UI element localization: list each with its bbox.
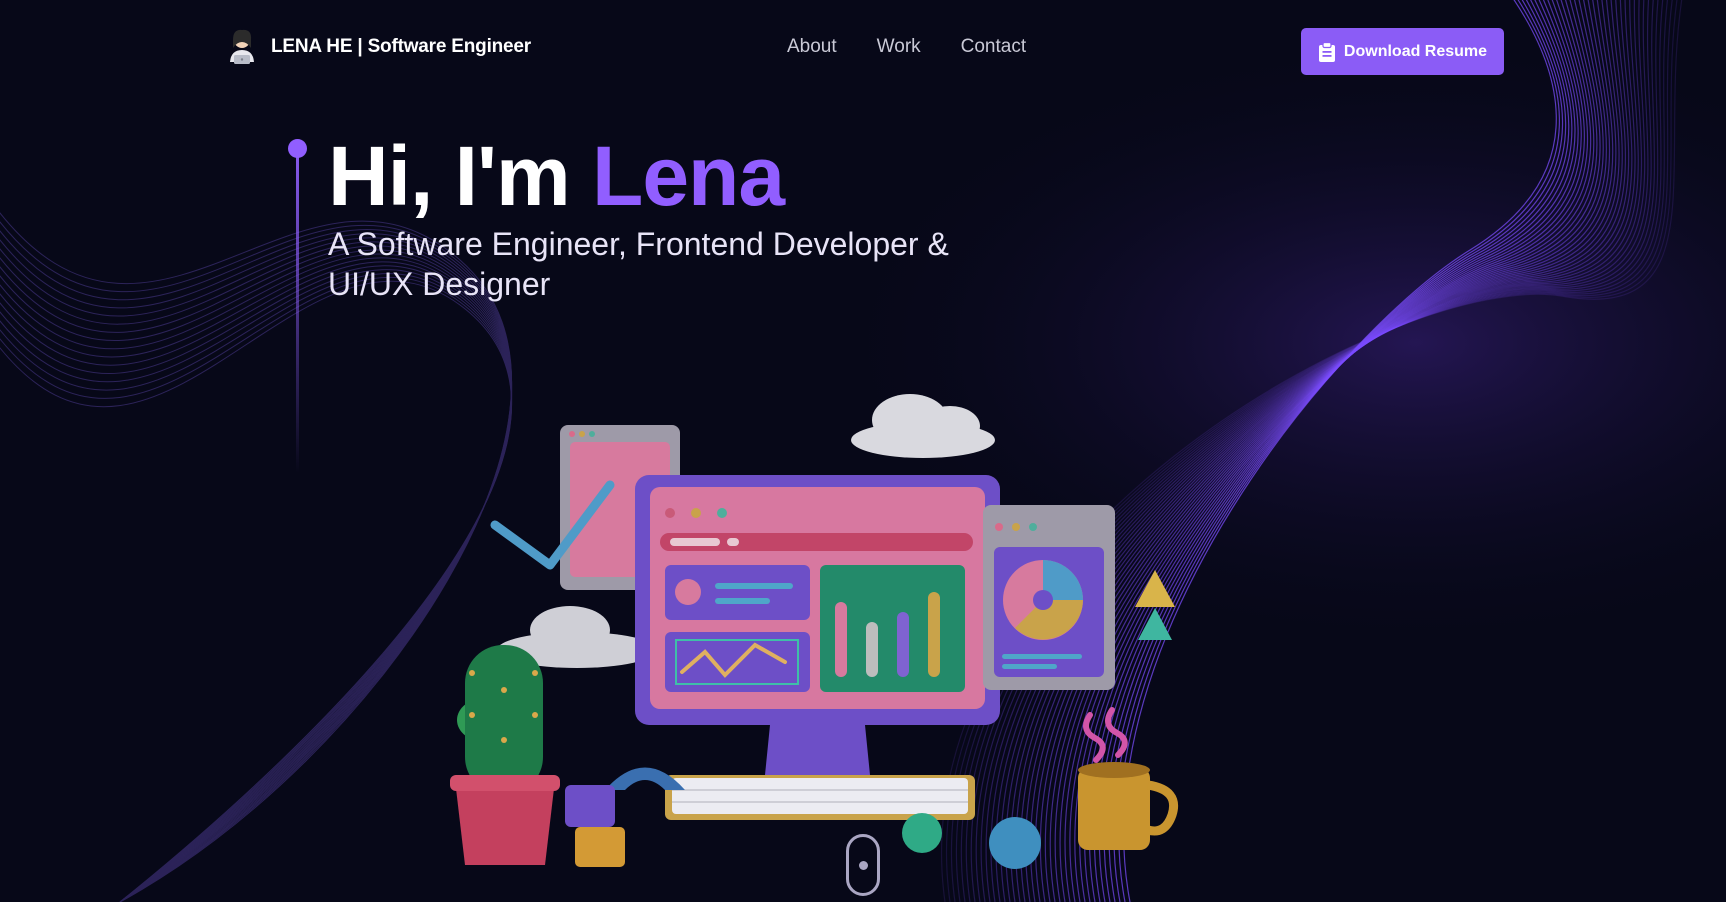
logo-text: LENA HE | Software Engineer [271, 36, 531, 57]
hero-subtitle: A Software Engineer, Frontend Developer … [328, 226, 949, 302]
hero-accent-line [296, 143, 299, 473]
mouse-scroll-icon [859, 861, 868, 870]
nav-contact[interactable]: Contact [961, 36, 1026, 58]
clipboard-icon [1318, 41, 1335, 62]
hero-accent-dot [288, 139, 307, 158]
hero-title: Hi, I'm Lena [328, 124, 785, 228]
hero-illustration [450, 394, 1178, 869]
logo[interactable]: LENA HE | Software Engineer [225, 28, 531, 66]
nav-about[interactable]: About [787, 36, 837, 58]
hero-name: Lena [592, 129, 785, 223]
nav-work[interactable]: Work [877, 36, 921, 58]
avatar-icon [230, 29, 254, 64]
hero-greeting: Hi, I'm [328, 129, 593, 223]
download-resume-button[interactable]: Download Resume [1301, 28, 1504, 75]
main-nav: About Work Contact [787, 36, 1026, 58]
cloud-top [851, 394, 995, 458]
download-resume-label: Download Resume [1343, 42, 1488, 60]
scroll-indicator[interactable] [846, 834, 880, 896]
